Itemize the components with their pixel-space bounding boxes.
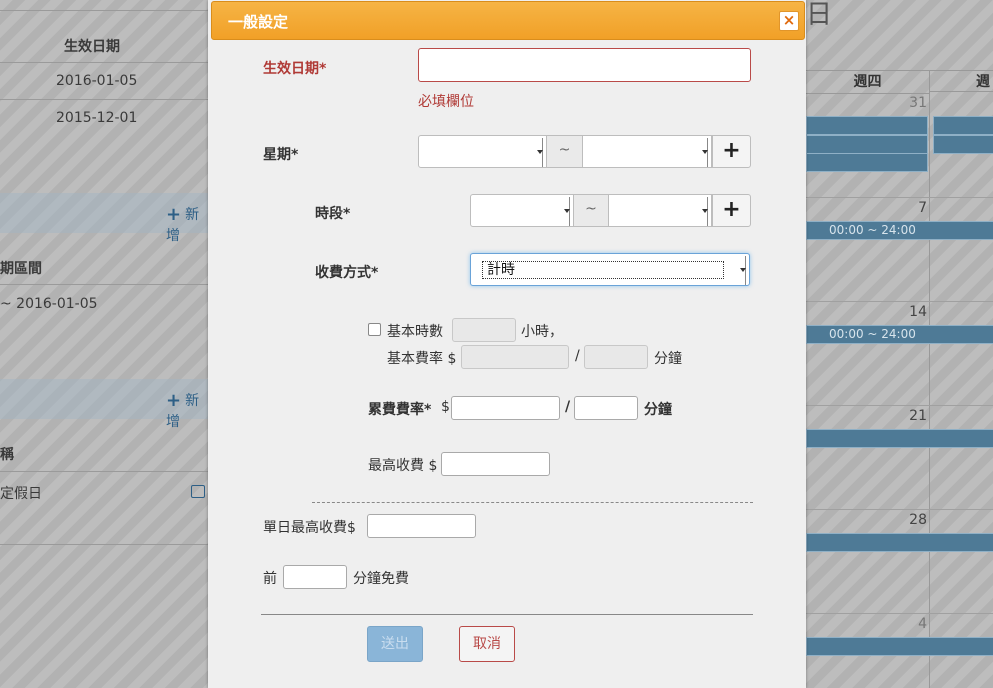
add-period-button[interactable]: +: [712, 194, 751, 227]
chevron-down-icon: [702, 150, 708, 154]
minute-unit-label: 分鐘: [644, 402, 672, 418]
free-minutes-input[interactable]: [283, 565, 347, 589]
weekday-label: 星期*: [263, 147, 299, 163]
section-header: 稱: [0, 447, 14, 463]
date-cell: 31: [909, 95, 927, 111]
calendar-event[interactable]: [933, 135, 993, 154]
period-label: 時段*: [315, 206, 351, 222]
calendar-event[interactable]: [933, 116, 993, 135]
dashed-divider: [312, 502, 753, 503]
add-weekday-button[interactable]: +: [712, 135, 751, 168]
add-button[interactable]: + 新增: [166, 390, 210, 431]
plus-icon: +: [166, 390, 182, 411]
charge-method-label: 收費方式*: [315, 265, 379, 281]
calendar-event[interactable]: [806, 135, 928, 154]
calendar-event[interactable]: [806, 637, 993, 656]
date-cell: 28: [909, 512, 927, 528]
slash-separator: /: [575, 348, 580, 364]
calendar-event[interactable]: [806, 429, 993, 448]
close-button[interactable]: ×: [779, 11, 799, 31]
basic-hours-input[interactable]: [452, 318, 516, 342]
day-header-friday: 週: [930, 70, 993, 92]
cumulative-rate-amount-input[interactable]: [451, 396, 560, 420]
date-cell: 7: [918, 200, 927, 216]
dollar-sign: $: [441, 399, 450, 415]
charge-method-value: 計時: [482, 261, 724, 279]
minute-unit-label: 分鐘: [654, 351, 682, 367]
divider: [806, 197, 993, 198]
day-header-thursday: 週四: [806, 70, 929, 94]
calendar-event[interactable]: 00:00 ~ 24:00: [806, 325, 993, 344]
plus-icon: +: [722, 197, 741, 222]
calendar-event[interactable]: [806, 153, 928, 172]
basic-rate-amount-input[interactable]: [461, 345, 569, 369]
divider: [0, 284, 210, 285]
free-minutes-prefix: 前: [263, 571, 277, 587]
weekday-end-select[interactable]: [582, 135, 712, 168]
basic-rate-label: 基本費率 $: [387, 351, 457, 367]
divider: [806, 405, 993, 406]
divider: [0, 544, 210, 545]
weekday-start-select[interactable]: [418, 135, 547, 168]
footer-divider: [261, 614, 753, 615]
basic-hours-label: 基本時數: [387, 324, 443, 340]
hours-unit-label: 小時，: [521, 324, 563, 340]
calendar-event[interactable]: 00:00 ~ 24:00: [806, 221, 993, 240]
divider: [929, 70, 930, 688]
divider: [0, 99, 210, 100]
chevron-down-icon: [537, 150, 543, 154]
section-header: 期區間: [0, 261, 42, 277]
divider: [0, 62, 210, 63]
background-calendar: 日 週四 週 31 7 00:00 ~ 24:00 14 00:00 ~ 24:…: [806, 0, 993, 688]
table-row: ~ 2016-01-05: [0, 296, 98, 312]
free-minutes-suffix: 分鐘免費: [353, 571, 409, 587]
close-icon: ×: [782, 11, 796, 29]
date-cell: 4: [918, 616, 927, 632]
effective-date-error: 必填欄位: [418, 94, 474, 110]
cancel-button[interactable]: 取消: [459, 626, 515, 662]
column-header-effective-date: 生效日期: [64, 39, 120, 55]
max-fee-label: 最高收費 $: [368, 458, 438, 474]
table-row: 定假日: [0, 486, 42, 502]
cumulative-rate-minutes-input[interactable]: [574, 396, 638, 420]
plus-icon: +: [722, 138, 741, 163]
period-end-select[interactable]: [608, 194, 712, 227]
divider: [0, 10, 210, 11]
period-start-select[interactable]: [470, 194, 574, 227]
calendar-title: 日: [806, 0, 833, 30]
effective-date-label: 生效日期*: [263, 61, 327, 77]
daily-max-fee-input[interactable]: [367, 514, 476, 538]
divider: [806, 509, 993, 510]
add-button[interactable]: + 新增: [166, 204, 210, 245]
cumulative-rate-label: 累費費率*: [368, 402, 432, 418]
table-row: 2016-01-05: [56, 73, 138, 89]
chevron-down-icon: [702, 209, 708, 213]
table-row: 2015-12-01: [56, 110, 138, 126]
edit-icon[interactable]: [191, 485, 205, 498]
slash-separator: /: [565, 399, 571, 415]
weekday-range-separator: ~: [547, 135, 582, 168]
chevron-down-icon: [740, 268, 746, 272]
date-cell: 14: [909, 304, 927, 320]
divider: [806, 613, 993, 614]
basic-rate-minutes-input[interactable]: [584, 345, 648, 369]
period-range-separator: ~: [574, 194, 608, 227]
divider: [0, 471, 210, 472]
dialog-title: 一般設定: [228, 13, 289, 31]
background-settings-panel: 生效日期 2016-01-05 2015-12-01 + 新增 期區間 ~ 201…: [0, 0, 210, 688]
calendar-event[interactable]: [806, 116, 928, 135]
chevron-down-icon: [564, 209, 570, 213]
divider: [806, 301, 993, 302]
submit-button[interactable]: 送出: [367, 626, 423, 662]
effective-date-input[interactable]: [418, 48, 751, 82]
max-fee-input[interactable]: [441, 452, 550, 476]
charge-method-select[interactable]: 計時: [470, 253, 750, 286]
basic-fee-checkbox[interactable]: [368, 323, 381, 336]
date-cell: 21: [909, 408, 927, 424]
general-settings-dialog: 一般設定 × 生效日期* 必填欄位 星期* ~ + 時段* ~ + 收費方式* …: [208, 0, 806, 688]
calendar-event[interactable]: [806, 533, 993, 552]
plus-icon: +: [166, 204, 182, 225]
dialog-header: 一般設定 ×: [211, 1, 805, 40]
daily-max-fee-label: 單日最高收費$: [263, 520, 356, 536]
